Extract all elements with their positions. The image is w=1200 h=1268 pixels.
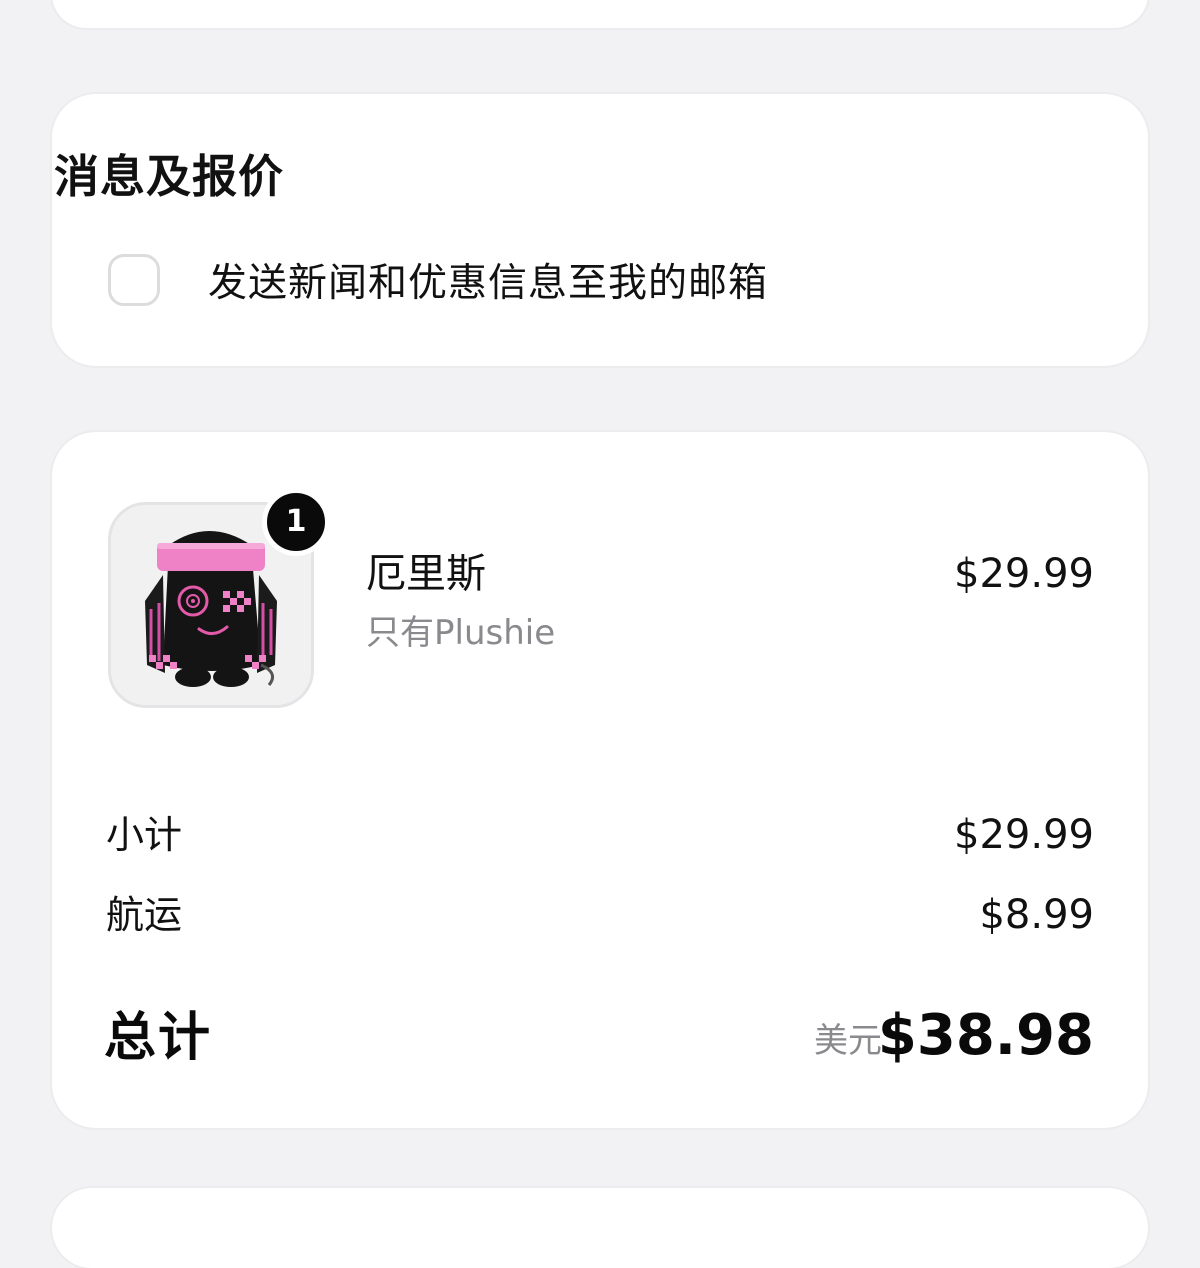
total-currency: 美元 [814,1021,882,1061]
shipping-value: $8.99 [979,892,1094,938]
subtotal-label: 小计 [106,813,183,857]
subtotal-value: $29.99 [954,812,1094,858]
next-card [52,1188,1148,1268]
previous-card [52,0,1148,28]
product-price: $29.99 [954,551,1094,597]
newsletter-title: 消息及报价 [54,150,285,203]
newsletter-checkbox[interactable] [108,254,160,306]
quantity-badge: 1 [262,488,330,556]
newsletter-card [52,94,1148,366]
newsletter-checkbox-label[interactable]: 发送新闻和优惠信息至我的邮箱 [208,256,768,312]
product-variant: 只有Plushie [366,613,556,653]
total-label: 总计 [104,1008,213,1068]
product-name: 厄里斯 [366,551,486,597]
shipping-label: 航运 [106,893,183,937]
total-value: $38.98 [877,1003,1094,1068]
